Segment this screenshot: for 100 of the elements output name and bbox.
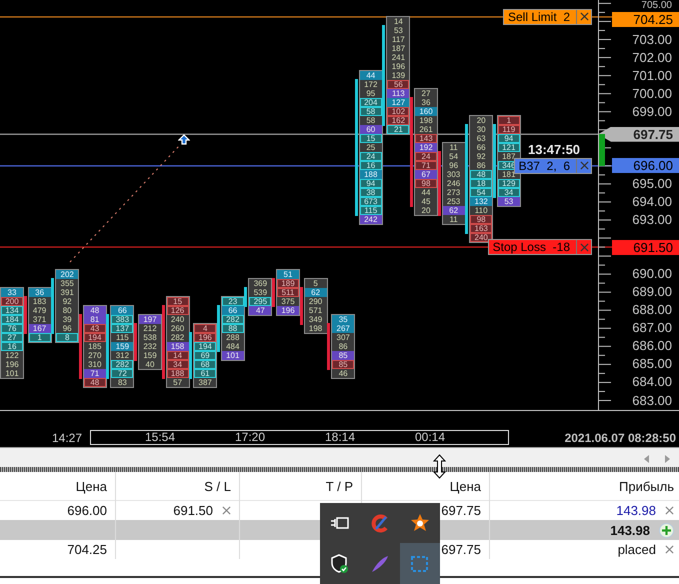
time-label: 14:27 bbox=[50, 430, 83, 444]
volume-cell-text: 307 bbox=[336, 332, 351, 342]
volume-cell-text: 261 bbox=[418, 125, 434, 134]
volume-cell: 23 bbox=[222, 296, 244, 306]
column-header[interactable]: S / L bbox=[204, 479, 231, 494]
add-icon[interactable] bbox=[659, 522, 674, 538]
volume-cell: 192 bbox=[415, 143, 437, 152]
volume-cell: 18 bbox=[470, 179, 492, 188]
volume-cell-text: 187 bbox=[390, 44, 406, 53]
column-header[interactable]: Цена bbox=[76, 479, 107, 494]
axis-label: 705.00 bbox=[641, 0, 672, 11]
table-cell: 697.75 bbox=[441, 503, 481, 518]
volume-cell-text: 196 bbox=[4, 360, 20, 369]
order-text: Stop Loss -18 bbox=[492, 240, 571, 254]
order-tag[interactable]: Sell Limit 2 bbox=[502, 8, 592, 25]
close-icon[interactable] bbox=[576, 158, 591, 173]
price-tag: 697.75 bbox=[598, 126, 679, 142]
volume-cell-text: 241 bbox=[390, 52, 406, 62]
volume-cell-text: 39 bbox=[62, 314, 73, 324]
volume-cell-text: 36 bbox=[420, 98, 432, 108]
column-header[interactable]: T / P bbox=[326, 479, 353, 494]
volume-cell-text: 20 bbox=[420, 206, 432, 216]
volume-cell: 101 bbox=[222, 350, 244, 360]
volume-cell: 94 bbox=[498, 134, 520, 144]
axis-label: 688.00 bbox=[632, 303, 672, 318]
volume-cell: 71 bbox=[84, 368, 106, 378]
volume-cell-text: 46 bbox=[338, 368, 349, 378]
volume-cell-text: 288 bbox=[225, 332, 240, 342]
volume-cell-text: 387 bbox=[198, 378, 213, 387]
axis-label: 686.00 bbox=[632, 339, 672, 354]
order-text: B37 2, 6 bbox=[518, 158, 571, 173]
volume-cell-text: 538 bbox=[142, 332, 158, 342]
feather-icon[interactable] bbox=[370, 554, 390, 574]
star-icon[interactable] bbox=[410, 513, 430, 533]
axis-label: 703.00 bbox=[632, 32, 672, 46]
close-icon[interactable] bbox=[576, 10, 591, 24]
volume-cell: 240 bbox=[470, 233, 492, 242]
volume-cell: 34 bbox=[498, 188, 520, 198]
column-header[interactable]: Цена bbox=[450, 479, 481, 494]
volume-cell: 66 bbox=[111, 306, 134, 315]
volume-cell: 60 bbox=[360, 125, 382, 134]
volume-cell-text: 232 bbox=[142, 342, 158, 351]
volume-cell-text: 66 bbox=[476, 143, 487, 152]
volume-cell-text: 282 bbox=[170, 332, 186, 342]
close-icon[interactable] bbox=[576, 240, 591, 254]
close-icon[interactable] bbox=[665, 506, 674, 515]
volume-cell: 62 bbox=[442, 206, 465, 216]
volume-cell-text: 122 bbox=[4, 350, 20, 360]
volume-cell: 98 bbox=[470, 215, 492, 224]
volume-cell-text: 185 bbox=[87, 342, 102, 351]
volume-cell-text: 117 bbox=[391, 34, 406, 44]
volume-cell: 24 bbox=[360, 152, 382, 162]
close-icon[interactable] bbox=[665, 545, 674, 554]
volume-cell: 4 bbox=[194, 324, 216, 333]
scroll-left-icon[interactable] bbox=[644, 455, 649, 463]
volume-cell: 204 bbox=[360, 98, 382, 108]
axis-label: 684.00 bbox=[632, 375, 672, 390]
axis-label: 690.00 bbox=[632, 267, 672, 282]
volume-cell-text: 240 bbox=[170, 314, 186, 324]
volume-cell-text: 539 bbox=[252, 288, 268, 297]
volume-cell: 48 bbox=[84, 306, 106, 315]
volume-cell-text: 355 bbox=[60, 278, 75, 288]
volume-cell-text: 310 bbox=[87, 360, 102, 369]
selection-icon[interactable] bbox=[410, 554, 430, 574]
arrow-marker-icon bbox=[178, 134, 190, 146]
column-header[interactable]: Прибыль bbox=[619, 479, 674, 494]
close-icon[interactable] bbox=[222, 506, 231, 515]
volume-cell-text: 5 bbox=[312, 278, 319, 288]
table-cell: placed bbox=[618, 542, 656, 557]
volume-cell-text: 96 bbox=[448, 161, 460, 170]
volume-cell-text: 273 bbox=[446, 188, 462, 198]
volume-cell: 35 bbox=[332, 314, 354, 324]
volume-cell: 24 bbox=[415, 152, 437, 162]
volume-cell-text: 95 bbox=[365, 89, 376, 98]
volume-cell-text: 53 bbox=[392, 26, 404, 35]
volume-cell-text: 139 bbox=[390, 70, 406, 80]
shield-check-icon[interactable] bbox=[330, 554, 350, 574]
volume-cell-text: 40 bbox=[144, 360, 156, 369]
volume-cell: 44 bbox=[360, 71, 382, 80]
order-tag[interactable]: Stop Loss -18 bbox=[488, 239, 592, 256]
current-datetime: 2021.06.07 08:28:50 bbox=[564, 430, 677, 444]
volume-cell-text: 86 bbox=[338, 342, 349, 351]
table-cell: 704.25 bbox=[67, 542, 107, 557]
volume-cell: 51 bbox=[277, 270, 299, 279]
brush-icon[interactable] bbox=[370, 513, 390, 533]
volume-cell-text: 110 bbox=[474, 206, 489, 216]
time-label: 18:14 bbox=[324, 431, 356, 444]
table-cell: 143.98 bbox=[610, 522, 650, 538]
battery-icon[interactable] bbox=[330, 516, 350, 530]
order-tag[interactable]: B37 2, 6 bbox=[514, 158, 592, 174]
scroll-right-icon[interactable] bbox=[665, 455, 670, 463]
axis-label: 695.00 bbox=[632, 176, 672, 191]
volume-cell-text: 45 bbox=[420, 197, 432, 206]
axis-label: 694.00 bbox=[632, 194, 672, 209]
table-cell: 696.00 bbox=[67, 503, 107, 518]
volume-cell-text: 181 bbox=[501, 170, 516, 180]
volume-cell-text: 101 bbox=[4, 368, 20, 378]
volume-cell-text: 375 bbox=[280, 296, 296, 306]
volume-cell: 119 bbox=[498, 125, 520, 134]
table-cell: 697.75 bbox=[441, 542, 481, 557]
